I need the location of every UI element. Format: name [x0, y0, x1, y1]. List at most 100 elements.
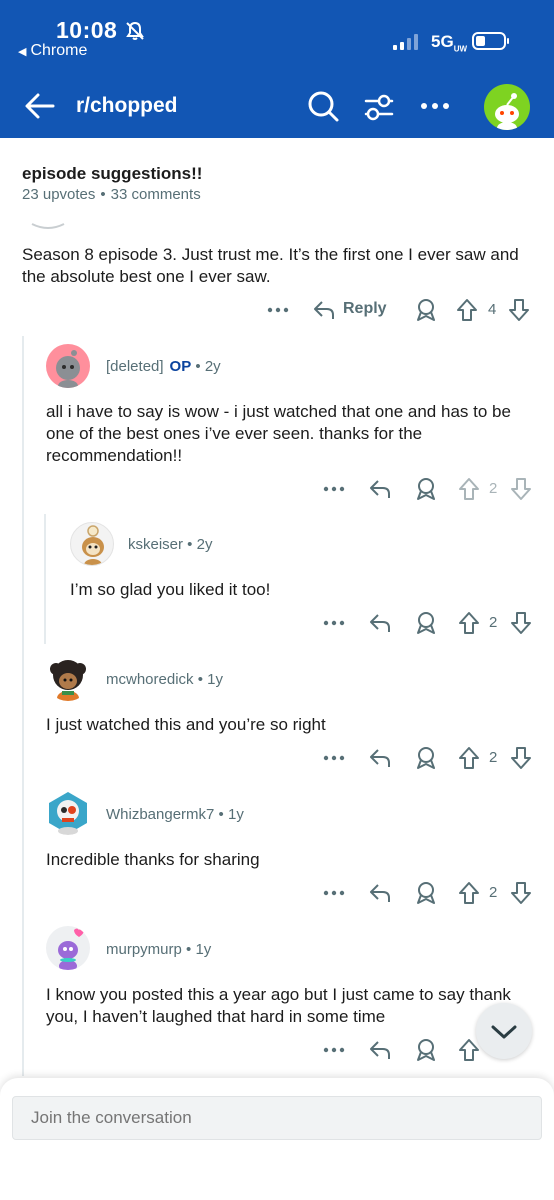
comment-count: 33 comments — [110, 186, 201, 203]
downvote-icon[interactable] — [510, 477, 532, 501]
comment-body: I know you posted this a year ago but I … — [46, 985, 511, 1026]
username[interactable]: murpymurp — [106, 941, 182, 958]
next-comment-button[interactable] — [476, 1003, 532, 1059]
back-app-label: Chrome — [30, 42, 88, 59]
award-icon[interactable] — [414, 477, 438, 501]
comment-composer — [0, 1078, 554, 1200]
snoo-avatar — [56, 350, 80, 388]
upvote-count: 23 upvotes — [22, 186, 96, 203]
snoo-avatar — [50, 660, 86, 701]
username[interactable]: kskeiser — [128, 536, 183, 553]
thread-line — [44, 514, 46, 644]
more-icon[interactable] — [266, 303, 290, 317]
snoo-avatar — [82, 525, 104, 565]
award-icon[interactable] — [414, 1038, 438, 1062]
more-icon[interactable] — [322, 616, 346, 630]
award-icon[interactable] — [414, 881, 438, 905]
downvote-icon[interactable] — [510, 881, 532, 905]
bell-slash-icon — [126, 21, 144, 40]
battery-icon — [472, 32, 509, 50]
downvote-icon[interactable] — [510, 611, 532, 635]
reply-button[interactable]: Reply — [343, 300, 387, 318]
comment-age: 1y — [227, 806, 244, 823]
vote-count: 2 — [489, 480, 498, 497]
comment-actions: 2 — [322, 474, 536, 504]
back-triangle-icon: ◀ — [18, 46, 27, 58]
signal-icon — [393, 34, 418, 50]
filter-icon[interactable] — [362, 90, 396, 124]
comment-actions: 2 — [322, 743, 536, 773]
comment-age: 2y — [196, 536, 213, 553]
more-icon[interactable] — [418, 96, 452, 116]
downvote-icon[interactable] — [510, 746, 532, 770]
comment-actions: 2 — [322, 878, 536, 908]
snoo-avatar — [495, 93, 519, 130]
comment-header: kskeiser • 2y — [128, 536, 213, 553]
reply-icon[interactable] — [368, 477, 392, 501]
back-arrow-icon[interactable] — [24, 90, 56, 122]
username[interactable]: [deleted] — [106, 358, 164, 375]
comment-body: I just watched this and you’re so right — [46, 715, 326, 734]
award-icon[interactable] — [414, 746, 438, 770]
more-icon[interactable] — [322, 482, 346, 496]
username[interactable]: mcwhoredick — [106, 671, 194, 688]
status-time: 10:08 — [56, 17, 118, 43]
upvote-icon[interactable] — [458, 881, 480, 905]
reply-icon[interactable] — [368, 1038, 392, 1062]
avatar[interactable] — [46, 791, 90, 835]
partial-avatar — [31, 223, 65, 229]
comment-body: all i have to say is wow - i just watche… — [46, 402, 511, 465]
upvote-icon[interactable] — [458, 477, 480, 501]
reply-icon[interactable] — [368, 611, 392, 635]
comment-age: 1y — [195, 941, 212, 958]
user-avatar[interactable] — [484, 84, 530, 130]
comment-header: murpymurp • 1y — [106, 941, 212, 958]
more-icon[interactable] — [322, 751, 346, 765]
snoo-avatar — [58, 928, 84, 970]
back-to-app-link[interactable]: ◀ Chrome — [18, 42, 87, 60]
join-conversation-input[interactable] — [12, 1096, 542, 1140]
chevron-down-icon — [491, 1025, 517, 1039]
vote-count: 2 — [489, 614, 498, 631]
comment-header: [deleted] OP • 2y — [106, 358, 221, 375]
comment-header: mcwhoredick • 1y — [106, 671, 223, 688]
comment-age: 2y — [204, 358, 221, 375]
comment-header: Whizbangermk7 • 1y — [106, 806, 244, 823]
search-icon[interactable] — [306, 89, 340, 123]
op-badge: OP — [169, 358, 192, 375]
network-type: 5G — [431, 32, 454, 51]
avatar[interactable] — [46, 344, 90, 388]
reply-icon[interactable] — [312, 298, 336, 322]
comment-body: Season 8 episode 3. Just trust me. It’s … — [22, 245, 519, 286]
post-title[interactable]: episode suggestions!! — [22, 164, 202, 184]
comment-body: Incredible thanks for sharing — [46, 850, 260, 869]
thread-line — [22, 336, 24, 1076]
reply-icon[interactable] — [368, 881, 392, 905]
award-icon[interactable] — [414, 298, 438, 322]
comment-actions: 2 — [322, 608, 536, 638]
upvote-icon[interactable] — [458, 611, 480, 635]
vote-count: 2 — [489, 884, 498, 901]
more-icon[interactable] — [322, 886, 346, 900]
downvote-icon[interactable] — [508, 298, 530, 322]
upvote-icon[interactable] — [458, 746, 480, 770]
upvote-icon[interactable] — [456, 298, 478, 322]
snoo-avatar — [49, 792, 87, 835]
comment-age: 1y — [207, 671, 223, 688]
network-sub: UW — [453, 44, 468, 54]
avatar[interactable] — [70, 522, 114, 566]
comment-actions: Reply 4 — [266, 295, 536, 325]
comment-body: I’m so glad you liked it too! — [70, 580, 271, 599]
vote-count: 4 — [488, 301, 497, 318]
more-icon[interactable] — [322, 1043, 346, 1057]
vote-count: 2 — [489, 749, 498, 766]
award-icon[interactable] — [414, 611, 438, 635]
username[interactable]: Whizbangermk7 — [106, 806, 214, 823]
app-header: 10:08 ◀ Chrome 5GUW r/chopped — [0, 0, 554, 138]
avatar[interactable] — [46, 657, 90, 701]
avatar[interactable] — [46, 926, 90, 970]
reply-icon[interactable] — [368, 746, 392, 770]
post-meta: 23 upvotes • 33 comments — [22, 186, 201, 203]
subreddit-title[interactable]: r/chopped — [76, 94, 178, 118]
network-label: 5GUW — [431, 32, 467, 53]
